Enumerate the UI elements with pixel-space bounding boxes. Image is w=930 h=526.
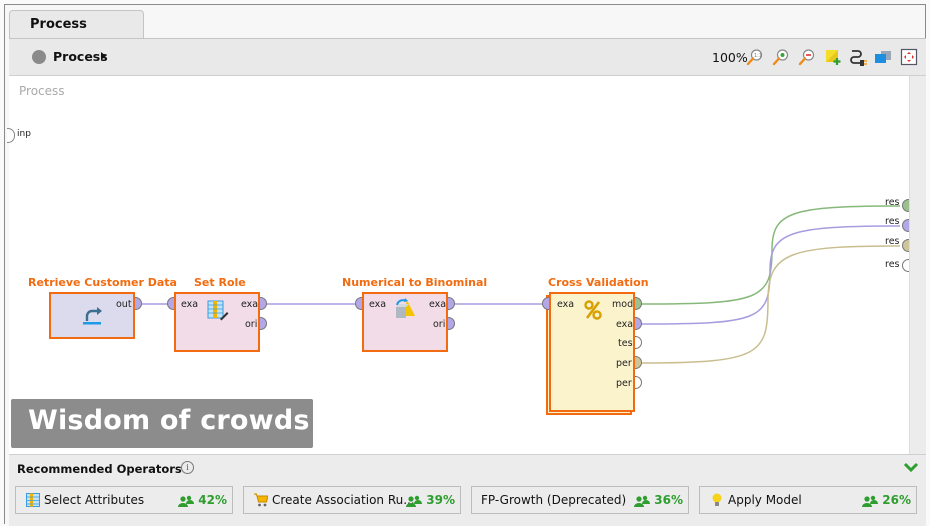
tab-label: Process bbox=[30, 17, 87, 32]
breadcrumb-arrow-icon[interactable] bbox=[101, 52, 106, 60]
port-label: per bbox=[616, 358, 632, 369]
layers-icon[interactable] bbox=[874, 48, 892, 66]
port-label: exa bbox=[369, 299, 387, 310]
zoom-in-icon[interactable] bbox=[772, 48, 790, 66]
port-label: ori bbox=[245, 319, 258, 330]
process-up-icon[interactable] bbox=[32, 50, 46, 64]
result-port-1[interactable] bbox=[902, 199, 909, 212]
recommended-percent: 26% bbox=[882, 493, 911, 507]
percent-icon bbox=[584, 300, 602, 320]
recommended-percent: 39% bbox=[426, 493, 455, 507]
recommended-item-select-attributes[interactable]: Select Attributes 42% bbox=[15, 486, 233, 514]
recommended-item-apply-model[interactable]: Apply Model 26% bbox=[699, 486, 917, 514]
result-port-2[interactable] bbox=[902, 219, 909, 232]
table-icon bbox=[26, 493, 40, 507]
port-label: mod bbox=[612, 299, 634, 310]
info-icon[interactable]: i bbox=[181, 461, 194, 474]
input-port-label: inp bbox=[17, 129, 31, 139]
lightbulb-icon bbox=[712, 493, 722, 506]
zoom-reset-icon[interactable]: 1:1 bbox=[746, 48, 764, 66]
zoom-level: 100% bbox=[712, 50, 748, 65]
port-label: ori bbox=[433, 319, 446, 330]
community-icon bbox=[406, 495, 422, 507]
tab-process[interactable]: Process bbox=[9, 10, 144, 40]
operator-title-cross-validation: Cross Validation bbox=[548, 276, 649, 289]
port-label: per bbox=[616, 378, 632, 389]
cart-icon bbox=[254, 493, 268, 507]
add-note-icon[interactable] bbox=[824, 48, 842, 66]
port-label: out bbox=[116, 299, 132, 310]
banner-text: Wisdom of crowds bbox=[28, 405, 310, 436]
result-ports-strip bbox=[909, 76, 926, 454]
port-label: exa bbox=[181, 299, 199, 310]
port-label: exa bbox=[241, 299, 259, 310]
operator-title-set-role: Set Role bbox=[194, 276, 246, 289]
result-port-label: res bbox=[885, 216, 900, 227]
port-label: tes bbox=[618, 338, 633, 349]
recommended-percent: 36% bbox=[654, 493, 683, 507]
svg-text:1:1: 1:1 bbox=[754, 53, 762, 59]
recommended-label: FP-Growth (Deprecated) bbox=[481, 493, 627, 507]
port-label: exa bbox=[557, 299, 575, 310]
operator-retrieve-customer-data[interactable]: out bbox=[49, 292, 135, 339]
port-label: exa bbox=[616, 319, 634, 330]
result-port-4[interactable] bbox=[902, 259, 909, 272]
recommended-label: Apply Model bbox=[728, 493, 802, 507]
process-toolbar: Process 100% 1:1 bbox=[9, 38, 926, 76]
operator-title-retrieve: Retrieve Customer Data bbox=[28, 276, 177, 289]
set-role-exa-in-port[interactable] bbox=[167, 297, 174, 310]
result-port-label: res bbox=[885, 236, 900, 247]
set-role-icon bbox=[207, 300, 229, 321]
breadcrumb-process[interactable]: Process bbox=[53, 49, 108, 64]
recommended-label: Select Attributes bbox=[44, 493, 145, 507]
result-port-3[interactable] bbox=[902, 239, 909, 252]
canvas-title: Process bbox=[19, 84, 65, 98]
operator-cross-validation[interactable]: exa mod exa tes per per bbox=[549, 292, 635, 412]
recommended-item-fp-growth[interactable]: FP-Growth (Deprecated) 36% bbox=[471, 486, 689, 514]
wisdom-of-crowds-banner: Wisdom of crowds bbox=[11, 399, 313, 448]
retrieve-icon bbox=[83, 307, 102, 325]
operator-title-num-to-binom: Numerical to Binominal bbox=[342, 276, 488, 289]
recommended-title: Recommended Operators bbox=[17, 462, 182, 476]
community-icon bbox=[178, 495, 194, 507]
cross-validation-exa-in-port[interactable] bbox=[542, 297, 549, 310]
port-label: exa bbox=[429, 299, 447, 310]
recommended-label: Create Association Ru... bbox=[272, 493, 415, 507]
community-icon bbox=[634, 495, 650, 507]
result-port-label: res bbox=[885, 197, 900, 208]
fit-view-icon[interactable] bbox=[900, 48, 918, 66]
process-canvas[interactable]: Process inp bbox=[7, 76, 909, 454]
process-input-port[interactable] bbox=[7, 128, 15, 143]
community-icon bbox=[862, 495, 878, 507]
num-to-binom-exa-in-port[interactable] bbox=[355, 297, 362, 310]
auto-wire-icon[interactable] bbox=[849, 48, 867, 66]
convert-icon bbox=[396, 298, 415, 318]
operator-set-role[interactable]: exa exa ori bbox=[174, 292, 260, 352]
result-port-label: res bbox=[885, 259, 900, 270]
zoom-out-icon[interactable] bbox=[798, 48, 816, 66]
recommended-operators-panel: Recommended Operators i Select Attribute… bbox=[9, 454, 926, 526]
operator-numerical-to-binominal[interactable]: exa exa ori bbox=[362, 292, 448, 352]
recommended-item-create-association-rules[interactable]: Create Association Ru... 39% bbox=[243, 486, 461, 514]
recommended-percent: 42% bbox=[198, 493, 227, 507]
chevron-down-icon[interactable] bbox=[903, 461, 919, 473]
